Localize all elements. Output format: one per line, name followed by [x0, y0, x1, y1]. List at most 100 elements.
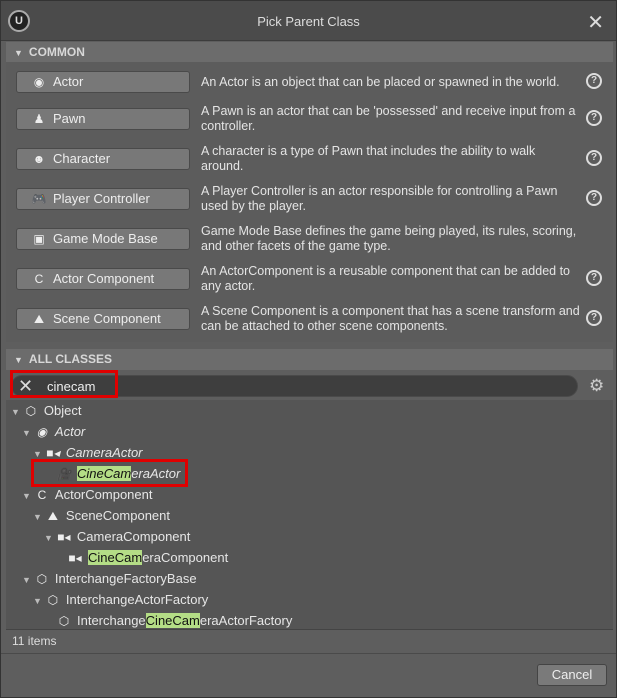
- class-button[interactable]: 🎮 Player Controller: [16, 188, 190, 210]
- object-icon: ⬡: [47, 593, 59, 607]
- cancel-button[interactable]: Cancel: [537, 664, 607, 686]
- object-icon: ⬡: [25, 404, 37, 418]
- class-button-label: Game Mode Base: [53, 231, 158, 246]
- help-icon[interactable]: ?: [586, 310, 602, 326]
- class-button[interactable]: C Actor Component: [16, 268, 190, 290]
- scene-component-icon: ⛰: [33, 312, 45, 326]
- search-highlight: CineCam: [88, 550, 143, 565]
- class-description: A Scene Component is a component that ha…: [201, 304, 580, 333]
- tree-item[interactable]: ▼ ■◂ CameraComponent: [44, 526, 190, 547]
- expand-arrow-icon[interactable]: ▼: [22, 428, 31, 438]
- class-button-label: Actor Component: [53, 271, 155, 286]
- tree-item[interactable]: ▼ ⛰ SceneComponent: [33, 505, 170, 526]
- search-highlight: CineCam: [145, 613, 200, 628]
- class-button-label: Scene Component: [53, 311, 161, 326]
- gamepad-icon: 🎮: [31, 192, 47, 206]
- label-text: CameraActor: [65, 445, 143, 460]
- expand-arrow-icon[interactable]: ▼: [44, 533, 53, 543]
- section-title: COMMON: [28, 45, 85, 59]
- expand-arrow-icon[interactable]: ▼: [11, 407, 20, 417]
- tree-item-label: CineCameraComponent: [88, 550, 228, 565]
- tree-item-label: Object: [44, 403, 82, 418]
- tree-item[interactable]: ▼ ⬡ InterchangeActorFactory: [33, 589, 208, 610]
- tree-item[interactable]: ▼ ⬡ Object: [11, 400, 82, 421]
- scene-component-icon: ⛰: [47, 509, 58, 523]
- class-tree: ▼ ⬡ Object ▼ ◉ Actor ▼ ■◂ CameraActor 🎥 CineCamera…: [6, 400, 613, 630]
- divider: [1, 653, 616, 654]
- camera-icon: ■◂: [68, 551, 82, 565]
- expand-arrow-icon[interactable]: ▼: [33, 596, 42, 606]
- label-text: CameraComponent: [76, 529, 191, 544]
- help-icon[interactable]: ?: [586, 150, 602, 166]
- common-class-row: ☻ Character A character is a type of Pawn…: [16, 139, 611, 179]
- tree-item[interactable]: ▼ ⬡ InterchangeFactoryBase: [22, 568, 197, 589]
- help-icon[interactable]: ?: [586, 270, 602, 286]
- label-text: ActorComponent: [54, 487, 153, 502]
- class-button-label: Actor: [53, 74, 84, 89]
- actor-icon: ◉: [33, 75, 45, 89]
- section-title: ALL CLASSES: [28, 352, 113, 366]
- tree-item-label: SceneComponent: [66, 508, 170, 523]
- tree-item-label: InterchangeFactoryBase: [55, 571, 197, 586]
- actor-component-icon: C: [34, 272, 44, 286]
- class-description: A Player Controller is an actor responsi…: [201, 184, 558, 213]
- common-class-row: ◉ Actor An Actor is an object that can be…: [16, 62, 611, 102]
- dialog-title: Pick Parent Class: [257, 14, 360, 29]
- label-text: Object: [43, 403, 82, 418]
- class-button[interactable]: ♟ Pawn: [16, 108, 190, 130]
- search-input[interactable]: [47, 378, 547, 394]
- object-icon: ⬡: [36, 572, 48, 586]
- class-button[interactable]: ⛰ Scene Component: [16, 308, 190, 330]
- class-description: An Actor is an object that can be placed…: [201, 74, 560, 89]
- common-class-row: ♟ Pawn A Pawn is an actor that can be 'po…: [16, 99, 611, 139]
- common-classes-list: ◉ Actor An Actor is an object that can be…: [6, 62, 613, 342]
- annotation-box: [10, 370, 118, 398]
- class-description: A Pawn is an actor that can be 'possesse…: [201, 104, 576, 133]
- all-classes-section-header[interactable]: ▼ ALL CLASSES: [6, 349, 613, 370]
- pawn-icon: ♟: [33, 112, 45, 126]
- tree-item[interactable]: ▼ C ActorComponent: [22, 484, 152, 505]
- class-button[interactable]: ◉ Actor: [16, 71, 190, 93]
- item-count: 11 items: [12, 634, 57, 648]
- expand-arrow-icon[interactable]: ▼: [33, 449, 42, 459]
- label-text: SceneComponent: [65, 508, 170, 523]
- collapse-arrow-icon: ▼: [14, 48, 23, 58]
- tree-item-label: CameraComponent: [77, 529, 190, 544]
- label-text: InterchangeActorFactory: [65, 592, 209, 607]
- collapse-arrow-icon: ▼: [14, 355, 23, 365]
- help-icon[interactable]: ?: [586, 190, 602, 206]
- expand-arrow-icon[interactable]: ▼: [22, 575, 31, 585]
- common-class-row: 🎮 Player Controller A Player Controller i…: [16, 179, 611, 219]
- class-description: A character is a type of Pawn that inclu…: [201, 144, 536, 173]
- close-icon[interactable]: ✕: [587, 10, 604, 35]
- class-button-label: Character: [53, 151, 111, 166]
- actor-component-icon: C: [37, 488, 47, 502]
- title-bar: U Pick Parent Class ✕: [1, 1, 616, 41]
- class-button[interactable]: ▣ Game Mode Base: [16, 228, 190, 250]
- common-class-row: ⛰ Scene Component A Scene Component is a …: [16, 299, 611, 339]
- class-description: Game Mode Base defines the game being pl…: [201, 224, 577, 253]
- tree-item[interactable]: ■◂ CineCameraComponent: [67, 547, 228, 568]
- gear-icon[interactable]: ⚙: [589, 376, 604, 396]
- character-icon: ☻: [32, 152, 46, 166]
- tree-item[interactable]: ⬡ InterchangeCineCameraActorFactory: [56, 610, 292, 631]
- tree-item-label: CameraActor: [66, 445, 143, 460]
- label-text: Interchange: [77, 613, 146, 628]
- tree-item[interactable]: ▼ ◉ Actor: [22, 421, 85, 442]
- tree-item-label: InterchangeCineCameraActorFactory: [77, 613, 292, 628]
- common-section-header[interactable]: ▼ COMMON: [6, 42, 613, 63]
- expand-arrow-icon[interactable]: ▼: [33, 512, 42, 522]
- class-button[interactable]: ☻ Character: [16, 148, 190, 170]
- label-text: InterchangeFactoryBase: [54, 571, 197, 586]
- camera-icon: ■◂: [57, 530, 71, 544]
- help-icon[interactable]: ?: [586, 73, 602, 89]
- tree-item-label: ActorComponent: [55, 487, 153, 502]
- pick-parent-class-dialog: U Pick Parent Class ✕ ▼ COMMON ◉ Actor An …: [0, 0, 617, 698]
- common-class-row: C Actor Component An ActorComponent is a …: [16, 259, 611, 299]
- class-description: An ActorComponent is a reusable componen…: [201, 264, 570, 293]
- tree-item-label: InterchangeActorFactory: [66, 592, 208, 607]
- label-text: eraActorFactory: [199, 613, 293, 628]
- expand-arrow-icon[interactable]: ▼: [22, 491, 31, 501]
- help-icon[interactable]: ?: [586, 110, 602, 126]
- class-button-label: Pawn: [53, 111, 86, 126]
